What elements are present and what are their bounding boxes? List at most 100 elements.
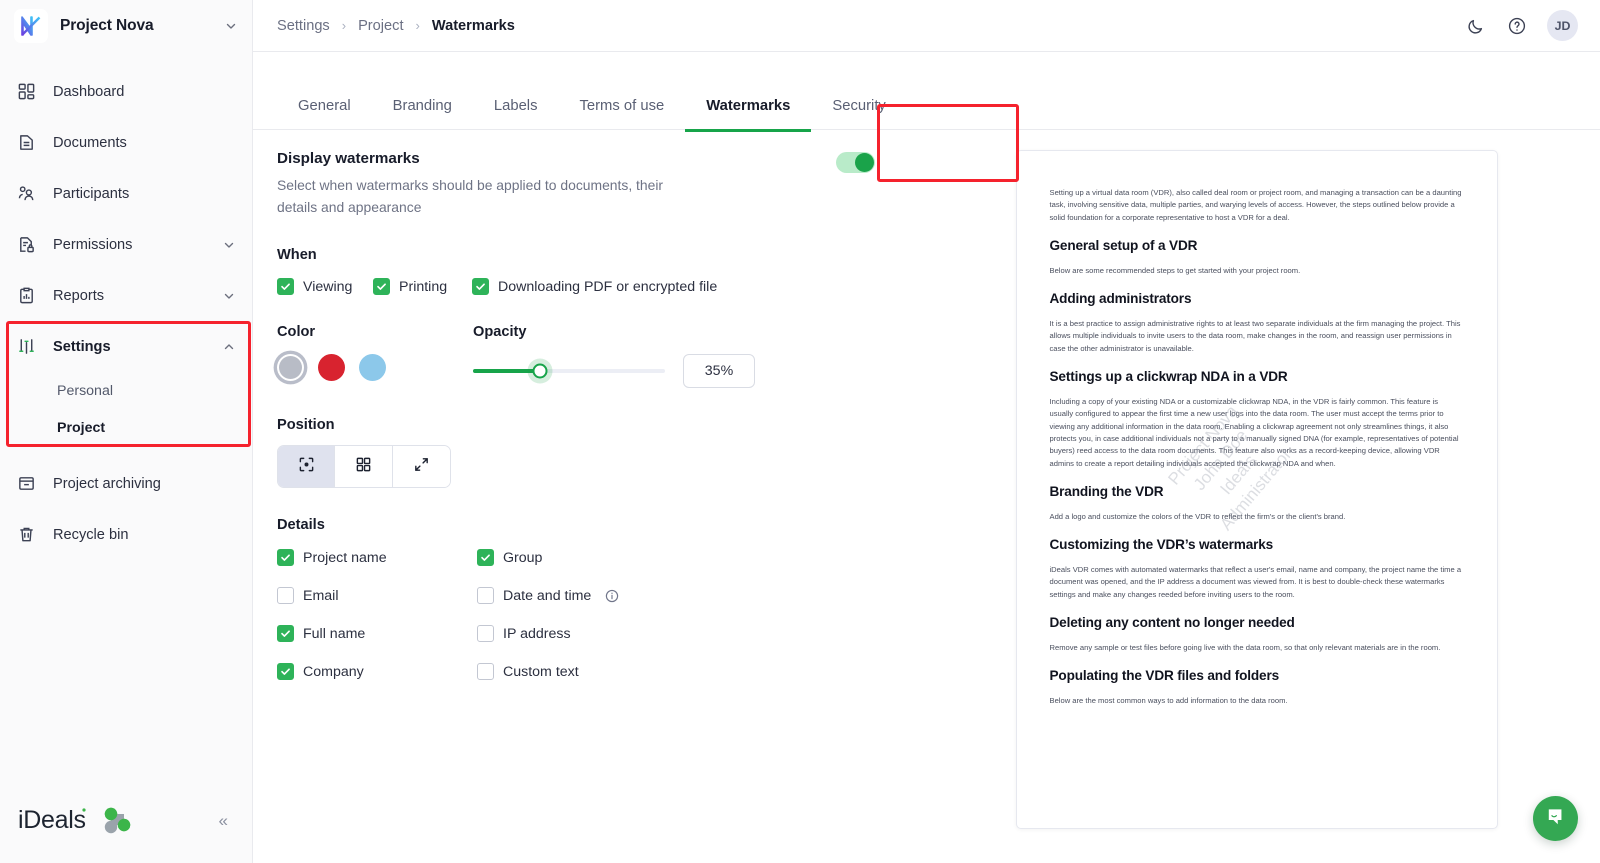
checkbox-label: Email	[303, 588, 338, 604]
checkbox-label: Viewing	[303, 279, 352, 295]
color-block: Color	[277, 324, 473, 388]
sidebar-item-participants[interactable]: Participants	[0, 168, 252, 219]
sidebar-item-settings[interactable]: Settings	[0, 321, 252, 372]
checkbox-project-name[interactable]: Project name	[277, 549, 477, 566]
checkbox-box	[277, 278, 294, 295]
position-fullscreen-icon	[413, 456, 430, 478]
breadcrumb-watermarks: Watermarks	[432, 18, 515, 34]
breadcrumb-settings[interactable]: Settings	[277, 18, 330, 34]
sidebar-item-personal[interactable]: Personal	[0, 372, 252, 409]
tab-terms-of-use[interactable]: Terms of use	[559, 98, 686, 132]
breadcrumb: Settings › Project › Watermarks	[277, 18, 1465, 34]
project-switcher[interactable]: Project Nova	[0, 0, 252, 52]
document-paragraph: Below are some recommended steps to get …	[1050, 265, 1464, 277]
color-swatch-blue[interactable]	[359, 354, 386, 381]
sidebar-item-documents[interactable]: Documents	[0, 117, 252, 168]
info-circle-icon[interactable]	[605, 589, 619, 603]
tab-branding[interactable]: Branding	[372, 98, 473, 132]
topbar-actions: JD	[1465, 10, 1578, 41]
checkbox-printing[interactable]: Printing	[373, 278, 472, 295]
sidebar-subitem-label: Project	[57, 420, 105, 436]
checkbox-ip-address[interactable]: IP address	[477, 625, 619, 642]
chevron-down-icon	[222, 289, 236, 303]
document-body: Setting up a virtual data room (VDR), al…	[1050, 187, 1464, 708]
document-paragraph: Below are the most common ways to add in…	[1050, 695, 1464, 707]
moon-icon[interactable]	[1465, 15, 1487, 37]
collapse-sidebar-button[interactable]: «	[213, 806, 234, 835]
document-heading: Branding the VDR	[1050, 484, 1464, 499]
position-label: Position	[277, 417, 889, 433]
tab-security[interactable]: Security	[811, 98, 906, 132]
checkbox-box	[477, 663, 494, 680]
sidebar-subitem-label: Personal	[57, 383, 113, 399]
color-swatch-gray[interactable]	[277, 354, 304, 381]
chevron-down-icon	[222, 238, 236, 252]
sidebar-item-label: Project archiving	[53, 476, 236, 492]
document-heading: Populating the VDR files and folders	[1050, 668, 1464, 683]
checkbox-label: Company	[303, 664, 364, 680]
checkbox-label: IP address	[503, 626, 571, 642]
when-label: When	[277, 247, 889, 263]
checkbox-box	[277, 663, 294, 680]
details-options: Project name Email Full name	[277, 549, 889, 680]
document-heading: Deleting any content no longer needed	[1050, 615, 1464, 630]
checkbox-downloading[interactable]: Downloading PDF or encrypted file	[472, 278, 717, 295]
details-label: Details	[277, 517, 889, 533]
chat-support-button[interactable]	[1533, 796, 1578, 841]
opacity-input[interactable]: 35%	[683, 354, 755, 388]
opacity-slider[interactable]	[473, 369, 665, 373]
avatar[interactable]: JD	[1547, 10, 1578, 41]
documents-icon	[16, 132, 37, 153]
project-name: Project Nova	[60, 17, 212, 35]
sidebar-item-label: Reports	[53, 288, 206, 304]
details-right-column: Group Date and time	[477, 549, 619, 680]
tab-general[interactable]: General	[277, 98, 372, 132]
display-watermarks-row: Display watermarks Select when watermark…	[277, 150, 889, 218]
checkbox-label: Printing	[399, 279, 447, 295]
opacity-slider-handle[interactable]	[533, 364, 548, 379]
color-swatch-red[interactable]	[318, 354, 345, 381]
ideals-logo: iDeals	[18, 803, 203, 837]
checkbox-date-and-time[interactable]: Date and time	[477, 587, 619, 604]
chevron-up-icon	[222, 340, 236, 354]
document-paragraph: Setting up a virtual data room (VDR), al…	[1050, 187, 1464, 224]
color-swatches	[277, 354, 473, 381]
checkbox-label: Group	[503, 550, 542, 566]
sidebar-item-permissions[interactable]: Permissions	[0, 219, 252, 270]
sidebar-item-dashboard[interactable]: Dashboard	[0, 66, 252, 117]
tab-watermarks[interactable]: Watermarks	[685, 98, 811, 132]
checkbox-group[interactable]: Group	[477, 549, 619, 566]
sidebar-item-recycle-bin[interactable]: Recycle bin	[0, 509, 252, 560]
document-paragraph: It is a best practice to assign administ…	[1050, 318, 1464, 355]
position-center-button[interactable]	[278, 446, 335, 487]
position-fullscreen-button[interactable]	[393, 446, 450, 487]
checkbox-box	[277, 549, 294, 566]
document-preview: Setting up a virtual data room (VDR), al…	[1016, 150, 1498, 829]
trash-bin-icon	[16, 524, 37, 545]
checkbox-custom-text[interactable]: Custom text	[477, 663, 619, 680]
checkbox-viewing[interactable]: Viewing	[277, 278, 373, 295]
help-circle-icon[interactable]	[1506, 15, 1528, 37]
sidebar-item-label: Permissions	[53, 237, 206, 253]
sidebar-item-reports[interactable]: Reports	[0, 270, 252, 321]
checkbox-full-name[interactable]: Full name	[277, 625, 477, 642]
display-watermarks-toggle[interactable]	[836, 152, 875, 173]
sidebar-footer: iDeals «	[0, 777, 252, 863]
opacity-label: Opacity	[473, 324, 889, 340]
breadcrumb-project[interactable]: Project	[358, 18, 403, 34]
archive-box-icon	[16, 473, 37, 494]
tab-labels[interactable]: Labels	[473, 98, 559, 132]
chevron-down-icon	[224, 19, 238, 33]
checkbox-label: Downloading PDF or encrypted file	[498, 279, 717, 295]
position-center-icon	[298, 456, 315, 478]
position-tiled-icon	[355, 456, 372, 478]
checkbox-box	[477, 549, 494, 566]
checkbox-label: Date and time	[503, 588, 591, 604]
checkbox-company[interactable]: Company	[277, 663, 477, 680]
toggle-knob	[855, 153, 874, 172]
sidebar-item-project[interactable]: Project	[0, 409, 252, 446]
checkbox-email[interactable]: Email	[277, 587, 477, 604]
position-tiled-button[interactable]	[335, 446, 392, 487]
opacity-block: Opacity 35%	[473, 324, 889, 388]
sidebar-item-project-archiving[interactable]: Project archiving	[0, 458, 252, 509]
